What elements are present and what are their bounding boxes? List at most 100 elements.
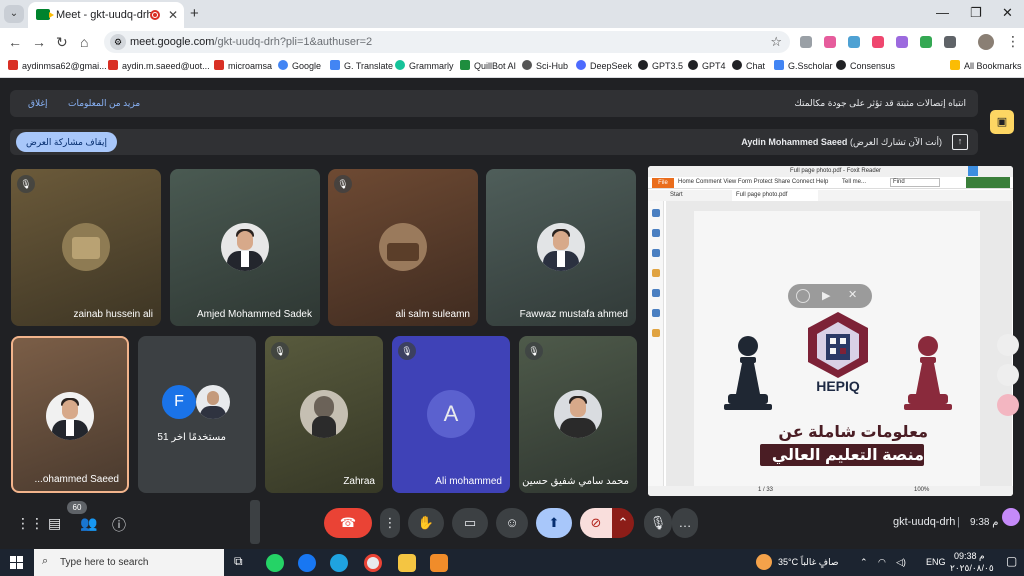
participant-tile[interactable]: 🎙 zainab hussein ali bbox=[11, 169, 161, 326]
back-arrow-icon[interactable]: ← bbox=[8, 34, 22, 50]
tab-meet[interactable]: Meet - gkt-uudq-drh ✕ bbox=[28, 2, 184, 28]
end-call-button[interactable]: ☎ bbox=[324, 508, 372, 538]
clock-date[interactable]: ٢٠٢٥/٠٨/٠٥ bbox=[950, 563, 994, 574]
more-options-button[interactable]: ⋮ bbox=[380, 508, 400, 538]
extensions-puzzle-icon[interactable] bbox=[944, 36, 956, 48]
minimize-button[interactable]: — bbox=[936, 5, 949, 20]
captions-button[interactable]: ▭ bbox=[452, 508, 488, 538]
avatar bbox=[46, 392, 94, 440]
self-participant-tile[interactable]: ...ohammed Saeed bbox=[11, 336, 129, 493]
bookmark-item[interactable]: Consensus bbox=[836, 60, 895, 71]
more-info-link[interactable]: مزيد من المعلومات bbox=[68, 98, 140, 109]
profile-avatar[interactable] bbox=[978, 34, 994, 50]
foxit-taskbar-icon[interactable] bbox=[430, 554, 448, 572]
dismiss-link[interactable]: إغلاق bbox=[28, 98, 48, 109]
emoji-button[interactable]: ☺ bbox=[496, 508, 528, 538]
pin-off-icon[interactable]: ✕ bbox=[848, 288, 857, 301]
bookmark-item[interactable]: QuillBot AI bbox=[460, 60, 516, 71]
participant-tile[interactable]: Fawwaz mustafa ahmed bbox=[486, 169, 636, 326]
wifi-icon[interactable]: ◠ bbox=[878, 557, 886, 568]
bookmark-item[interactable]: microamsa bbox=[214, 60, 272, 71]
forward-arrow-icon[interactable]: → bbox=[32, 34, 46, 50]
screen-share-floating-controls[interactable]: ▶ ✕ bbox=[788, 284, 872, 308]
bookmark-item[interactable]: Google bbox=[278, 60, 321, 71]
volume-icon[interactable]: ◁) bbox=[896, 557, 906, 568]
chrome-icon[interactable] bbox=[364, 554, 382, 572]
bookmark-item[interactable]: GPT4 bbox=[688, 60, 726, 71]
others-count: 51 مستخدمًا آخر bbox=[157, 432, 226, 443]
clock-time[interactable]: 09:38 م bbox=[954, 551, 985, 562]
others-tile[interactable]: F 51 مستخدمًا آخر bbox=[138, 336, 256, 493]
new-tab-button[interactable]: + bbox=[190, 5, 199, 22]
raise-hand-button[interactable]: ✋ bbox=[408, 508, 444, 538]
gemini-icon[interactable] bbox=[1002, 508, 1020, 526]
video-extension-icon[interactable] bbox=[848, 36, 860, 48]
bookmark-item[interactable]: Chat bbox=[732, 60, 765, 71]
participant-tile[interactable]: Amjed Mohammed Sadek bbox=[170, 169, 320, 326]
search-icon: ⌕ bbox=[42, 555, 49, 567]
microphone-button[interactable]: 🎙 bbox=[644, 508, 672, 538]
participant-name: zainab hussein ali bbox=[73, 309, 154, 320]
task-view-icon[interactable]: ⧉ bbox=[234, 554, 252, 572]
language-indicator[interactable]: ENG bbox=[926, 557, 946, 567]
tab-close-button[interactable]: ✕ bbox=[168, 8, 178, 22]
color-extension-icon[interactable] bbox=[824, 36, 836, 48]
bookmark-item[interactable]: Grammarly bbox=[395, 60, 454, 71]
translate-extension-icon[interactable] bbox=[872, 36, 884, 48]
mic-options-button[interactable]: … bbox=[672, 508, 698, 538]
bookmark-item[interactable]: Sci-Hub bbox=[522, 60, 568, 71]
meeting-info-icon[interactable]: ⓘ bbox=[112, 515, 126, 535]
weather-text[interactable]: 35°C صافٍ غالباً bbox=[778, 557, 839, 568]
all-bookmarks[interactable]: All Bookmarks bbox=[950, 60, 1022, 71]
panel-toggle-handle[interactable] bbox=[250, 500, 260, 544]
ai-extension-icon[interactable] bbox=[896, 36, 908, 48]
presenting-badge-icon[interactable]: ▣ bbox=[990, 110, 1014, 134]
present-now-button[interactable]: ⬆ bbox=[536, 508, 572, 538]
browser-menu-icon[interactable]: ⋮ bbox=[1006, 33, 1020, 50]
bookmark-item[interactable]: aydinmsa62@gmai... bbox=[8, 60, 107, 71]
shared-screen[interactable]: Full page photo.pdf - Foxit Reader File … bbox=[648, 166, 1013, 496]
taskbar-search[interactable]: ⌕ Type here to search bbox=[34, 549, 224, 576]
bookmark-item[interactable]: aydin.m.saeed@uot... bbox=[108, 60, 210, 71]
avatar bbox=[379, 223, 427, 271]
bookmark-item[interactable]: GPT3.5 bbox=[638, 60, 683, 71]
zoom-icon[interactable] bbox=[796, 289, 810, 303]
camera-options-chevron-icon[interactable]: ⌃ bbox=[612, 508, 634, 538]
address-bar[interactable]: ⚙ meet.google.com/gkt-uudq-drh?pli=1&aut… bbox=[104, 31, 790, 53]
edge-icon[interactable] bbox=[330, 554, 348, 572]
side-reaction-icon[interactable] bbox=[997, 394, 1019, 416]
side-activity-icon[interactable] bbox=[997, 334, 1019, 356]
shield-extension-icon[interactable] bbox=[800, 36, 812, 48]
windows-start-icon[interactable] bbox=[10, 556, 23, 569]
tray-chevron-icon[interactable]: ⌃ bbox=[860, 557, 868, 568]
side-layout-icon[interactable] bbox=[997, 364, 1019, 386]
whatsapp-icon[interactable] bbox=[266, 554, 284, 572]
camera-off-button[interactable]: ⊘ bbox=[580, 508, 612, 538]
file-explorer-icon[interactable] bbox=[398, 554, 416, 572]
facebook-icon[interactable] bbox=[298, 554, 316, 572]
bookmark-item[interactable]: G.Sscholar bbox=[774, 60, 833, 71]
participant-tile[interactable]: 🎙 A Ali mohammed bbox=[392, 336, 510, 493]
tab-search-button[interactable]: ⌄ bbox=[4, 5, 24, 23]
present-icon[interactable]: ▶ bbox=[822, 289, 830, 302]
people-icon[interactable]: 👥 bbox=[80, 515, 97, 532]
home-icon[interactable]: ⌂ bbox=[80, 34, 88, 50]
participant-tile[interactable]: 🎙 ali salm suleamn bbox=[328, 169, 478, 326]
grammar-extension-icon[interactable] bbox=[920, 36, 932, 48]
participant-tile[interactable]: 🎙 محمد سامي شفيق حسين bbox=[519, 336, 637, 493]
avatar bbox=[62, 223, 110, 271]
bookmark-item[interactable]: G. Translate bbox=[330, 60, 393, 71]
site-info-icon[interactable]: ⚙ bbox=[110, 34, 126, 50]
bookmark-item[interactable]: DeepSeek bbox=[576, 60, 632, 71]
chat-icon[interactable]: ▤ bbox=[48, 515, 61, 532]
notifications-icon[interactable]: ▢ bbox=[1006, 554, 1017, 568]
bookmarks-bar: aydinmsa62@gmai... aydin.m.saeed@uot... … bbox=[0, 56, 1024, 78]
pdf-headline-1: معلومات شاملة عن bbox=[778, 424, 928, 441]
participant-tile[interactable]: 🎙 Zahraa bbox=[265, 336, 383, 493]
stop-presenting-button[interactable]: إيقاف مشاركة العرض bbox=[16, 132, 117, 152]
close-window-button[interactable]: ✕ bbox=[1002, 5, 1013, 21]
maximize-button[interactable]: ❐ bbox=[970, 5, 982, 21]
bookmark-star-icon[interactable]: ☆ bbox=[770, 34, 782, 50]
reload-icon[interactable]: ↻ bbox=[56, 34, 68, 51]
apps-grid-icon[interactable]: ⋮⋮ bbox=[16, 515, 44, 532]
